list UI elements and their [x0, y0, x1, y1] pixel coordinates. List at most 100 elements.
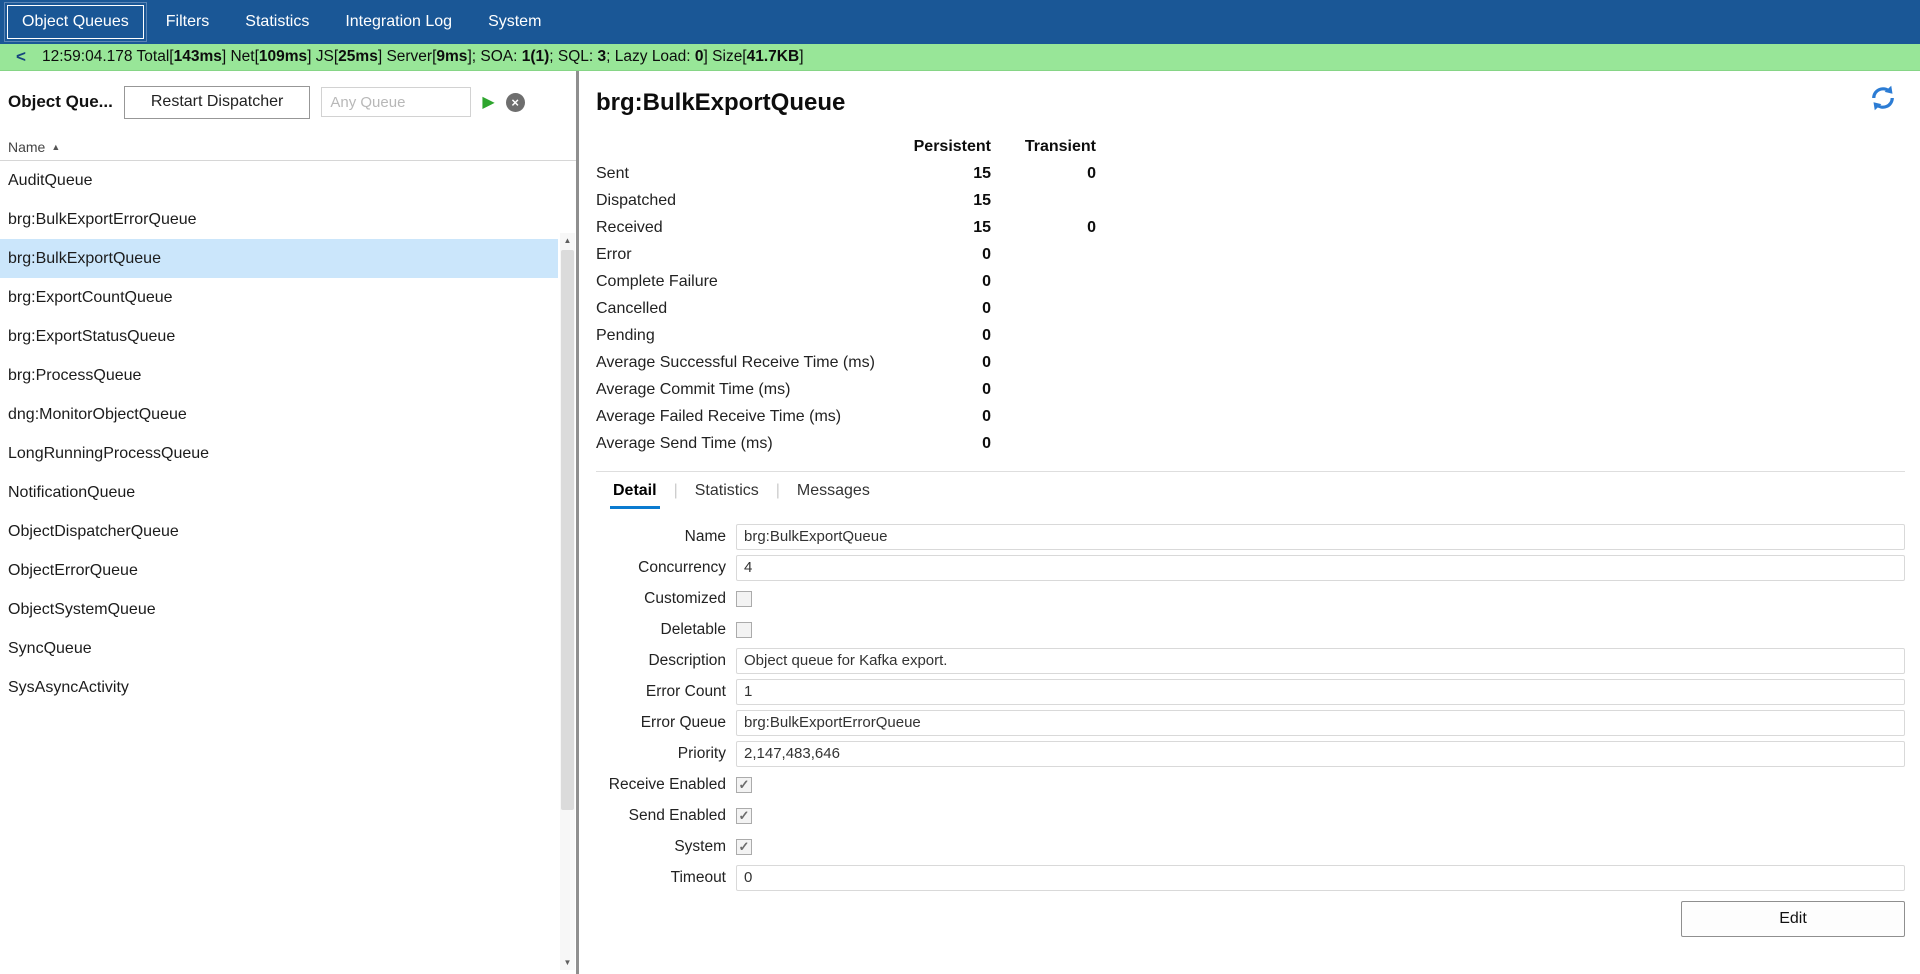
- queue-item-brg-bulkexporterrorqueue[interactable]: brg:BulkExportErrorQueue: [0, 200, 558, 239]
- stat-persistent-value: 0: [896, 273, 991, 291]
- form-label-customized: Customized: [596, 590, 736, 608]
- queue-item-auditqueue[interactable]: AuditQueue: [0, 161, 558, 200]
- form-label-priority: Priority: [596, 745, 736, 763]
- error-count-field[interactable]: [736, 679, 1905, 705]
- queue-item-brg-exportstatusqueue[interactable]: brg:ExportStatusQueue: [0, 317, 558, 356]
- status-segment: ] Server[: [378, 48, 437, 65]
- stat-label: Average Successful Receive Time (ms): [596, 354, 896, 372]
- send-enabled-checkbox[interactable]: ✓: [736, 808, 752, 824]
- status-segment: ]: [799, 48, 803, 65]
- nav-tab-filters[interactable]: Filters: [152, 6, 224, 38]
- queue-list: AuditQueuebrg:BulkExportErrorQueuebrg:Bu…: [0, 161, 558, 707]
- stat-label: Complete Failure: [596, 273, 896, 291]
- queue-item-objectsystemqueue[interactable]: ObjectSystemQueue: [0, 590, 558, 629]
- status-segment: 12:59:04.178 Total[: [42, 48, 174, 65]
- priority-field[interactable]: [736, 741, 1905, 767]
- form-row: Error Count: [596, 676, 1905, 707]
- scrollbar-thumb[interactable]: [561, 250, 574, 810]
- name-field[interactable]: [736, 524, 1905, 550]
- name-column-header[interactable]: Name ▲: [0, 133, 576, 161]
- stat-row: Sent150: [596, 160, 1905, 187]
- queue-item-dng-monitorobjectqueue[interactable]: dng:MonitorObjectQueue: [0, 395, 558, 434]
- queue-title: brg:BulkExportQueue: [596, 89, 1905, 117]
- deletable-checkbox[interactable]: [736, 622, 752, 638]
- status-segment: ] Size[: [704, 48, 747, 65]
- status-segment: 41.7KB: [747, 48, 800, 65]
- back-arrow-icon[interactable]: <: [0, 47, 42, 67]
- form-row: Send Enabled✓: [596, 800, 1905, 831]
- refresh-icon[interactable]: [1868, 83, 1898, 118]
- timeout-field[interactable]: [736, 865, 1905, 891]
- queue-item-brg-bulkexportqueue[interactable]: brg:BulkExportQueue: [0, 239, 558, 278]
- stat-label: Received: [596, 219, 896, 237]
- stat-label: Error: [596, 246, 896, 264]
- form-label-send-enabled: Send Enabled: [596, 807, 736, 825]
- scroll-up-icon[interactable]: ▲: [560, 233, 575, 248]
- receive-enabled-checkbox[interactable]: ✓: [736, 777, 752, 793]
- stat-persistent-value: 15: [896, 219, 991, 237]
- form-row: Concurrency: [596, 552, 1905, 583]
- restart-dispatcher-button[interactable]: Restart Dispatcher: [124, 86, 311, 119]
- form-row: System✓: [596, 831, 1905, 862]
- error-queue-field[interactable]: [736, 710, 1905, 736]
- form-label-receive-enabled: Receive Enabled: [596, 776, 736, 794]
- tab-separator: |: [674, 482, 678, 500]
- queue-item-syncqueue[interactable]: SyncQueue: [0, 629, 558, 668]
- system-checkbox[interactable]: ✓: [736, 839, 752, 855]
- status-bar: < 12:59:04.178 Total[143ms] Net[109ms] J…: [0, 44, 1920, 71]
- nav-tab-integration-log[interactable]: Integration Log: [331, 6, 466, 38]
- form-label-error-count: Error Count: [596, 683, 736, 701]
- tab-messages[interactable]: Messages: [794, 482, 873, 506]
- tab-statistics[interactable]: Statistics: [692, 482, 762, 506]
- detail-tabs: Detail | Statistics | Messages: [596, 471, 1905, 509]
- stat-persistent-value: 0: [896, 408, 991, 426]
- form-label-system: System: [596, 838, 736, 856]
- queue-item-brg-exportcountqueue[interactable]: brg:ExportCountQueue: [0, 278, 558, 317]
- stat-label: Cancelled: [596, 300, 896, 318]
- clear-search-icon[interactable]: ×: [506, 93, 525, 112]
- stats-header-row: Persistent Transient: [596, 133, 1905, 160]
- scroll-down-icon[interactable]: ▼: [560, 955, 575, 970]
- tab-detail[interactable]: Detail: [610, 482, 660, 509]
- stat-transient-value: 0: [991, 165, 1096, 183]
- form-row: Customized: [596, 583, 1905, 614]
- queue-item-notificationqueue[interactable]: NotificationQueue: [0, 473, 558, 512]
- status-segment: 1(1): [522, 48, 550, 65]
- queue-item-longrunningprocessqueue[interactable]: LongRunningProcessQueue: [0, 434, 558, 473]
- queue-item-sysasyncactivity[interactable]: SysAsyncActivity: [0, 668, 558, 707]
- stat-persistent-value: 15: [896, 192, 991, 210]
- status-segment: 9ms: [436, 48, 467, 65]
- form-label-deletable: Deletable: [596, 621, 736, 639]
- queue-item-objecterrorqueue[interactable]: ObjectErrorQueue: [0, 551, 558, 590]
- status-segment: ] Net[: [222, 48, 259, 65]
- transient-column-header: Transient: [991, 138, 1096, 156]
- queue-item-objectdispatcherqueue[interactable]: ObjectDispatcherQueue: [0, 512, 558, 551]
- stat-row: Average Successful Receive Time (ms)0: [596, 349, 1905, 376]
- stat-row: Average Commit Time (ms)0: [596, 376, 1905, 403]
- form-row: Name: [596, 521, 1905, 552]
- stat-persistent-value: 0: [896, 354, 991, 372]
- name-column-label: Name: [8, 139, 45, 155]
- stat-row: Average Failed Receive Time (ms)0: [596, 403, 1905, 430]
- stat-label: Average Send Time (ms): [596, 435, 896, 453]
- stat-transient-value: 0: [991, 219, 1096, 237]
- edit-button[interactable]: Edit: [1681, 901, 1905, 937]
- stat-label: Sent: [596, 165, 896, 183]
- run-search-icon[interactable]: ▶: [482, 92, 494, 112]
- stats-body: Sent150Dispatched15Received150Error0Comp…: [596, 160, 1905, 457]
- status-segment: ; Lazy Load:: [606, 48, 695, 65]
- concurrency-field[interactable]: [736, 555, 1905, 581]
- nav-tab-system[interactable]: System: [474, 6, 555, 38]
- queue-list-scrollbar[interactable]: ▲ ▼: [560, 233, 575, 970]
- scrollbar-track[interactable]: [560, 248, 575, 955]
- queue-panel-header: Object Que... Restart Dispatcher ▶ ×: [0, 71, 576, 133]
- nav-tab-statistics[interactable]: Statistics: [231, 6, 323, 38]
- sort-ascending-icon: ▲: [51, 142, 60, 152]
- queue-item-brg-processqueue[interactable]: brg:ProcessQueue: [0, 356, 558, 395]
- queue-search-input[interactable]: [321, 87, 471, 117]
- customized-checkbox[interactable]: [736, 591, 752, 607]
- status-segment: 143ms: [174, 48, 222, 65]
- status-segment: 0: [695, 48, 704, 65]
- description-field[interactable]: [736, 648, 1905, 674]
- nav-tab-object-queues[interactable]: Object Queues: [7, 5, 144, 39]
